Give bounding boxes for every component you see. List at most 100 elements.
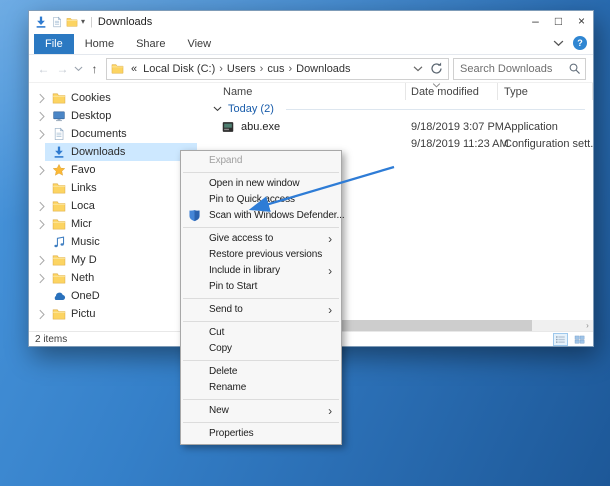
- tab-home[interactable]: Home: [74, 34, 125, 54]
- back-button[interactable]: ←: [36, 62, 51, 76]
- sidebar-item-desktop[interactable]: Desktop: [29, 107, 197, 125]
- exe-file-icon: [221, 120, 235, 134]
- expand-chevron-icon[interactable]: [38, 93, 46, 104]
- menu-separator: [183, 422, 339, 423]
- menu-item-delete[interactable]: Delete: [181, 364, 341, 380]
- expand-chevron-icon[interactable]: [38, 219, 46, 230]
- menu-item-label: Cut: [209, 327, 225, 338]
- menu-item-label: Open in new window: [209, 178, 300, 189]
- sidebar-item-my-d[interactable]: My D: [29, 251, 197, 269]
- expand-chevron-icon[interactable]: [38, 201, 46, 212]
- expand-chevron-icon[interactable]: [38, 273, 46, 284]
- desktop: ▾ | Downloads – □ × File Home Share View ? …: [0, 0, 610, 486]
- menu-separator: [183, 172, 339, 173]
- sidebar-item-music[interactable]: Music: [29, 233, 197, 251]
- folder-icon: [52, 271, 66, 285]
- group-label: Today (2): [228, 103, 274, 115]
- breadcrumb-segment-users[interactable]: Users: [224, 63, 259, 75]
- expand-chevron-icon: [38, 183, 46, 194]
- folder-icon: [52, 199, 66, 213]
- window-controls: – □ ×: [524, 11, 593, 32]
- qat-customize-icon[interactable]: ▾: [81, 17, 85, 26]
- minimize-button[interactable]: –: [524, 11, 547, 32]
- up-button[interactable]: ↑: [87, 62, 102, 76]
- sidebar-item-documents[interactable]: Documents: [29, 125, 197, 143]
- sidebar-item-links[interactable]: Links: [29, 179, 197, 197]
- submenu-arrow-icon: ›: [328, 232, 332, 246]
- ribbon-tabs: File Home Share View: [34, 34, 222, 54]
- file-rows: abu.exe 9/18/2019 3:07 PM Application 9/18/…: [197, 118, 593, 152]
- help-icon[interactable]: ?: [573, 36, 587, 50]
- menu-item-pin-to-start[interactable]: Pin to Start: [181, 279, 341, 295]
- sidebar-item-label: Neth: [71, 272, 95, 284]
- menu-item-label: Restore previous versions: [209, 249, 323, 260]
- search-input[interactable]: [458, 61, 568, 76]
- window-title: Downloads: [97, 15, 153, 28]
- menu-item-scan-with-windows-defender[interactable]: Scan with Windows Defender...: [181, 208, 345, 224]
- forward-button[interactable]: →: [55, 62, 70, 76]
- menu-item-cut[interactable]: Cut: [181, 325, 341, 341]
- menu-item-label: Properties: [209, 428, 254, 439]
- group-collapse-icon[interactable]: [213, 106, 222, 112]
- expand-chevron-icon[interactable]: [38, 111, 46, 122]
- sidebar-item-pictu[interactable]: Pictu: [29, 305, 197, 323]
- qat-properties-icon[interactable]: [51, 16, 63, 28]
- menu-item-label: Give access to: [209, 233, 274, 244]
- sidebar-item-loca[interactable]: Loca: [29, 197, 197, 215]
- column-header-name[interactable]: Name: [197, 83, 406, 100]
- expand-chevron-icon[interactable]: [38, 129, 46, 140]
- menu-item-restore-previous-versions[interactable]: Restore previous versions: [181, 247, 341, 263]
- breadcrumb-segment-downloads[interactable]: Downloads: [293, 63, 353, 75]
- folder-icon: [52, 181, 66, 195]
- menu-item-label: Delete: [209, 366, 238, 377]
- thumbnails-view-icon[interactable]: [572, 333, 587, 346]
- sidebar-item-oned[interactable]: OneD: [29, 287, 197, 305]
- sidebar-item-neth[interactable]: Neth: [29, 269, 197, 287]
- menu-separator: [183, 321, 339, 322]
- column-header-type[interactable]: Type: [498, 83, 593, 100]
- breadcrumb-segment-cus[interactable]: cus: [264, 63, 287, 75]
- scrollbar-thumb[interactable]: [342, 320, 532, 331]
- sidebar-item-favo[interactable]: Favo: [29, 161, 197, 179]
- menu-item-properties[interactable]: Properties: [181, 426, 341, 442]
- menu-item-label: Pin to Quick access: [209, 194, 295, 205]
- breadcrumb-collapsed[interactable]: «: [128, 63, 140, 75]
- expand-ribbon-icon[interactable]: [553, 40, 564, 47]
- sidebar-item-downloads[interactable]: Downloads: [29, 143, 197, 161]
- menu-item-rename[interactable]: Rename: [181, 380, 341, 396]
- menu-item-new[interactable]: New ›: [181, 403, 341, 419]
- menu-item-include-in-library[interactable]: Include in library ›: [181, 263, 341, 279]
- qat-new-folder-icon[interactable]: [66, 16, 78, 28]
- maximize-button[interactable]: □: [547, 11, 570, 32]
- expand-chevron-icon[interactable]: [38, 165, 46, 176]
- tab-view[interactable]: View: [176, 34, 222, 54]
- menu-item-copy[interactable]: Copy: [181, 341, 341, 357]
- recent-locations-icon[interactable]: [74, 66, 83, 72]
- menu-item-pin-to-quick-access[interactable]: Pin to Quick access: [181, 192, 341, 208]
- expand-chevron-icon[interactable]: [38, 255, 46, 266]
- refresh-icon[interactable]: [429, 61, 444, 76]
- file-row-abu-exe[interactable]: abu.exe 9/18/2019 3:07 PM Application: [197, 118, 593, 135]
- group-header-today[interactable]: Today (2): [197, 100, 593, 118]
- sidebar-item-micr[interactable]: Micr: [29, 215, 197, 233]
- address-box[interactable]: « Local Disk (C:) › Users › cus › Downloads: [106, 57, 449, 80]
- folder-icon: [52, 253, 66, 267]
- menu-item-send-to[interactable]: Send to ›: [181, 302, 341, 318]
- expand-chevron-icon[interactable]: [38, 309, 46, 320]
- sidebar-item-cookies[interactable]: Cookies: [29, 89, 197, 107]
- tab-file[interactable]: File: [34, 34, 74, 54]
- menu-item-give-access-to[interactable]: Give access to ›: [181, 231, 341, 247]
- title-bar: ▾ | Downloads – □ ×: [29, 11, 593, 32]
- details-view-icon[interactable]: [553, 332, 568, 346]
- breadcrumb-segment-local-disk-c[interactable]: Local Disk (C:): [140, 63, 218, 75]
- menu-item-open-in-new-window[interactable]: Open in new window: [181, 176, 341, 192]
- file-name: abu.exe: [241, 120, 281, 133]
- tab-share[interactable]: Share: [125, 34, 176, 54]
- search-icon[interactable]: [568, 62, 581, 75]
- close-button[interactable]: ×: [570, 11, 593, 32]
- titlebar-divider: |: [90, 15, 93, 28]
- address-dropdown-icon[interactable]: [413, 65, 423, 72]
- context-menu: Expand Open in new window Pin to Quick acc…: [180, 150, 345, 445]
- column-header-date-modified[interactable]: Date modified: [406, 83, 498, 100]
- scroll-right-icon[interactable]: ›: [582, 320, 593, 331]
